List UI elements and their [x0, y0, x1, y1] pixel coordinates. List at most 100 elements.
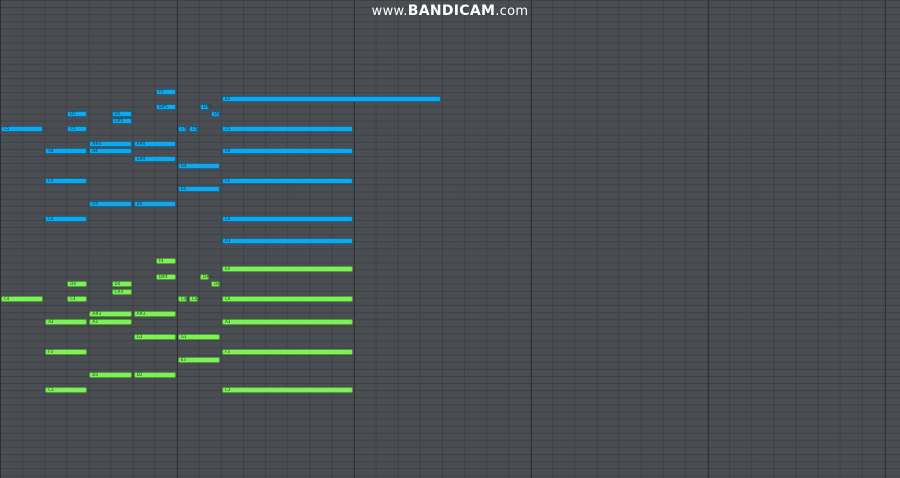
note-label: C3	[225, 387, 231, 392]
blue-note[interactable]: D#5	[155, 103, 176, 110]
green-note[interactable]: D3	[89, 371, 132, 378]
note-label: D#5	[158, 103, 168, 109]
note-label: C5	[225, 125, 231, 131]
green-note[interactable]: C#4	[111, 288, 132, 295]
green-note[interactable]: C4	[177, 296, 187, 303]
note-label: C4	[225, 215, 231, 221]
green-note[interactable]: D4	[67, 281, 88, 288]
note-label: A#3	[136, 311, 146, 317]
blue-note[interactable]: A3	[222, 238, 353, 244]
green-note[interactable]: D#4	[199, 273, 212, 280]
note-label: C4	[191, 296, 198, 302]
blue-note[interactable]: A4	[89, 148, 132, 155]
blue-note[interactable]: A#4	[89, 140, 132, 147]
blue-note[interactable]: D#5	[199, 103, 212, 110]
green-note[interactable]: D4	[211, 281, 221, 288]
blue-note[interactable]: F4	[222, 178, 353, 185]
green-note[interactable]: D4	[111, 281, 132, 288]
blue-note[interactable]: D4	[133, 200, 176, 207]
blue-note[interactable]: A4	[45, 148, 88, 155]
green-note[interactable]: D3	[133, 371, 176, 378]
note-label: E4	[225, 266, 231, 271]
note-label: G4	[180, 163, 187, 169]
blue-note[interactable]: C5	[1, 125, 44, 132]
note-label: D5	[70, 110, 76, 116]
note-label: A4	[48, 148, 54, 154]
blue-note[interactable]: C4	[222, 215, 353, 222]
note-label: D4	[114, 281, 121, 287]
note-label: D3	[136, 371, 143, 377]
green-note[interactable]: E3	[177, 356, 220, 363]
green-note[interactable]: E4	[222, 266, 353, 272]
note-label: D#4	[202, 273, 212, 279]
blue-note[interactable]: E5	[222, 96, 441, 102]
green-note[interactable]: C3	[222, 387, 353, 393]
blue-note[interactable]: G4	[177, 163, 220, 170]
bandicam-watermark: www.BANDICAM.com	[371, 3, 529, 19]
blue-note[interactable]: D5	[111, 110, 132, 117]
green-note[interactable]: C4	[67, 296, 88, 303]
green-note[interactable]: F3	[222, 349, 353, 356]
note-label: C5	[4, 125, 10, 131]
green-note[interactable]: A#3	[89, 311, 132, 318]
green-note[interactable]: F3	[45, 349, 88, 356]
note-label: C4	[70, 296, 76, 302]
green-note[interactable]: C4	[188, 296, 198, 303]
green-note[interactable]: A3	[222, 318, 353, 325]
note-label: F4	[158, 258, 164, 264]
note-label: C#4	[114, 288, 124, 294]
note-label: D4	[136, 200, 143, 206]
note-label: A4	[92, 148, 98, 154]
blue-note[interactable]: E4	[177, 185, 220, 192]
green-note[interactable]: F4	[155, 258, 176, 265]
note-label: F4	[48, 178, 54, 184]
note-label: G#4	[136, 155, 146, 161]
green-note[interactable]: G3	[133, 334, 176, 341]
blue-note[interactable]: C#5	[111, 118, 132, 125]
green-note[interactable]: D#4	[155, 273, 176, 280]
green-note[interactable]: A#3	[133, 311, 176, 318]
note-label: E3	[180, 356, 186, 362]
note-label: D3	[92, 371, 99, 377]
blue-note[interactable]: F4	[45, 178, 88, 185]
note-label: A3	[92, 318, 98, 324]
blue-note[interactable]: A#4	[133, 140, 176, 147]
green-note[interactable]: C4	[1, 296, 44, 303]
note-label: D4	[92, 200, 99, 206]
note-label: D5	[114, 110, 121, 116]
note-label: C3	[48, 387, 54, 392]
note-label: D5	[214, 110, 220, 116]
note-label: G3	[136, 334, 143, 340]
note-label: D#4	[158, 273, 168, 279]
blue-note[interactable]: C5	[67, 125, 88, 132]
note-label: C5	[70, 125, 76, 131]
note-label: A3	[48, 318, 54, 324]
blue-note[interactable]: D5	[67, 110, 88, 117]
note-label: C4	[180, 296, 187, 302]
note-label: A#4	[136, 140, 146, 146]
blue-note[interactable]: C5	[222, 125, 353, 132]
green-note[interactable]: C3	[45, 387, 88, 393]
note-label: A3	[225, 238, 231, 243]
note-label: E4	[180, 185, 186, 191]
note-label: C5	[180, 125, 187, 131]
note-label: C4	[225, 296, 231, 302]
blue-note[interactable]: D4	[89, 200, 132, 207]
piano-roll-grid[interactable]: www.BANDICAM.com F5 E5 D5 D5 D5 D#5 D#5 C#5 C5 C5…	[0, 0, 900, 478]
blue-note[interactable]: D5	[211, 110, 221, 117]
green-note[interactable]: A3	[45, 318, 88, 325]
blue-note[interactable]: C5	[177, 125, 187, 132]
blue-note[interactable]: F5	[155, 88, 176, 95]
blue-note[interactable]: C4	[45, 215, 88, 222]
blue-note[interactable]: A4	[222, 148, 353, 155]
note-label: A4	[225, 148, 231, 154]
blue-note[interactable]: C5	[188, 125, 198, 132]
note-label: C4	[48, 215, 54, 221]
note-label: F3	[225, 349, 230, 355]
note-label: G3	[180, 334, 187, 340]
green-note[interactable]: A3	[89, 318, 132, 325]
green-note[interactable]: G3	[177, 334, 220, 341]
green-note[interactable]: C4	[222, 296, 353, 303]
blue-note[interactable]: G#4	[133, 155, 176, 162]
note-label: D4	[70, 281, 76, 287]
